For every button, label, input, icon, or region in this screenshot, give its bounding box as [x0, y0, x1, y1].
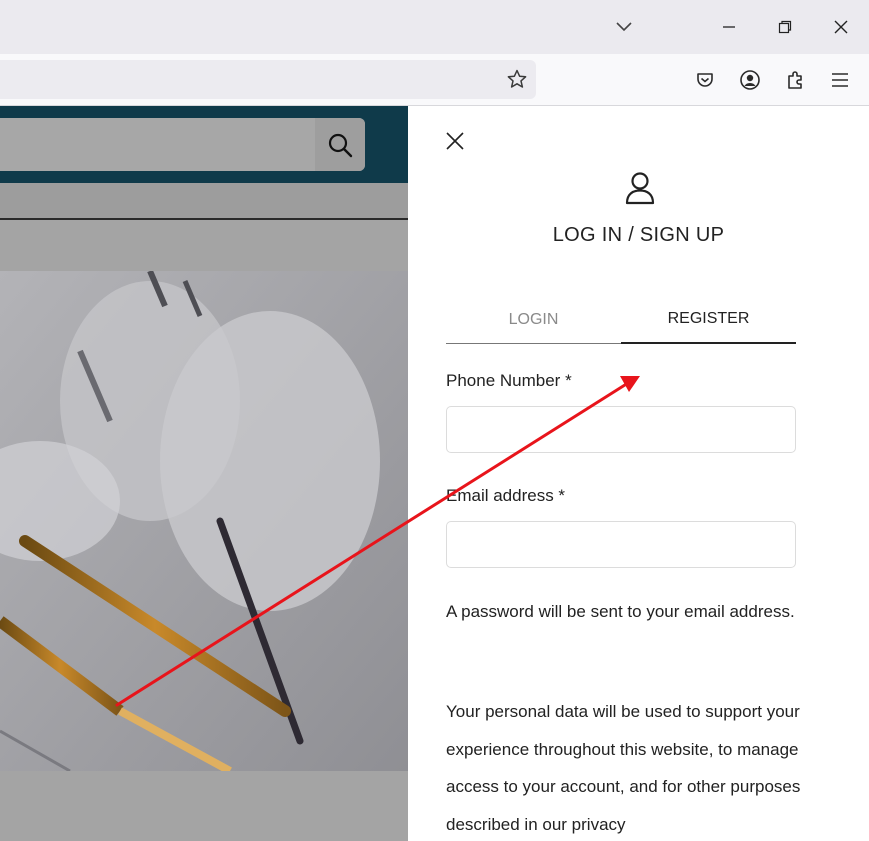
search-button[interactable]: [315, 118, 365, 171]
phone-number-label: Phone Number *: [446, 371, 572, 390]
browser-title-bar: [0, 0, 869, 54]
password-note: A password will be sent to your email ad…: [446, 602, 795, 621]
close-window-icon[interactable]: [826, 12, 856, 42]
user-icon: [625, 171, 655, 205]
search-icon: [328, 133, 353, 157]
bookmark-star-icon[interactable]: [506, 68, 528, 90]
panel-title: LOG IN / SIGN UP: [552, 224, 725, 246]
menu-hamburger-icon[interactable]: [828, 68, 852, 92]
close-panel-button[interactable]: [444, 130, 466, 152]
browser-toolbar: [0, 54, 869, 106]
site-navigation-bar: [0, 183, 408, 220]
hero-image-glasses: [0, 271, 408, 771]
pocket-icon[interactable]: [693, 68, 717, 92]
page-background-overlay[interactable]: [0, 106, 408, 841]
phone-number-input[interactable]: [446, 406, 796, 453]
email-address-input[interactable]: [446, 521, 796, 568]
site-header: [0, 106, 408, 183]
auth-tabs: LOGIN REGISTER: [446, 296, 796, 344]
minimize-icon[interactable]: [714, 12, 744, 42]
extensions-puzzle-icon[interactable]: [784, 68, 808, 92]
login-signup-panel: LOG IN / SIGN UP LOGIN REGISTER Phone Nu…: [408, 106, 869, 841]
account-icon[interactable]: [738, 68, 762, 92]
address-bar[interactable]: [0, 60, 536, 99]
privacy-note: Your personal data will be used to suppo…: [446, 702, 801, 834]
list-all-tabs-chevron-icon[interactable]: [609, 12, 639, 42]
site-search-input[interactable]: [0, 118, 365, 171]
email-address-label: Email address *: [446, 486, 566, 505]
tab-login[interactable]: LOGIN: [446, 296, 621, 344]
close-icon: [446, 132, 464, 150]
tab-register[interactable]: REGISTER: [621, 296, 796, 344]
restore-window-icon[interactable]: [770, 12, 800, 42]
